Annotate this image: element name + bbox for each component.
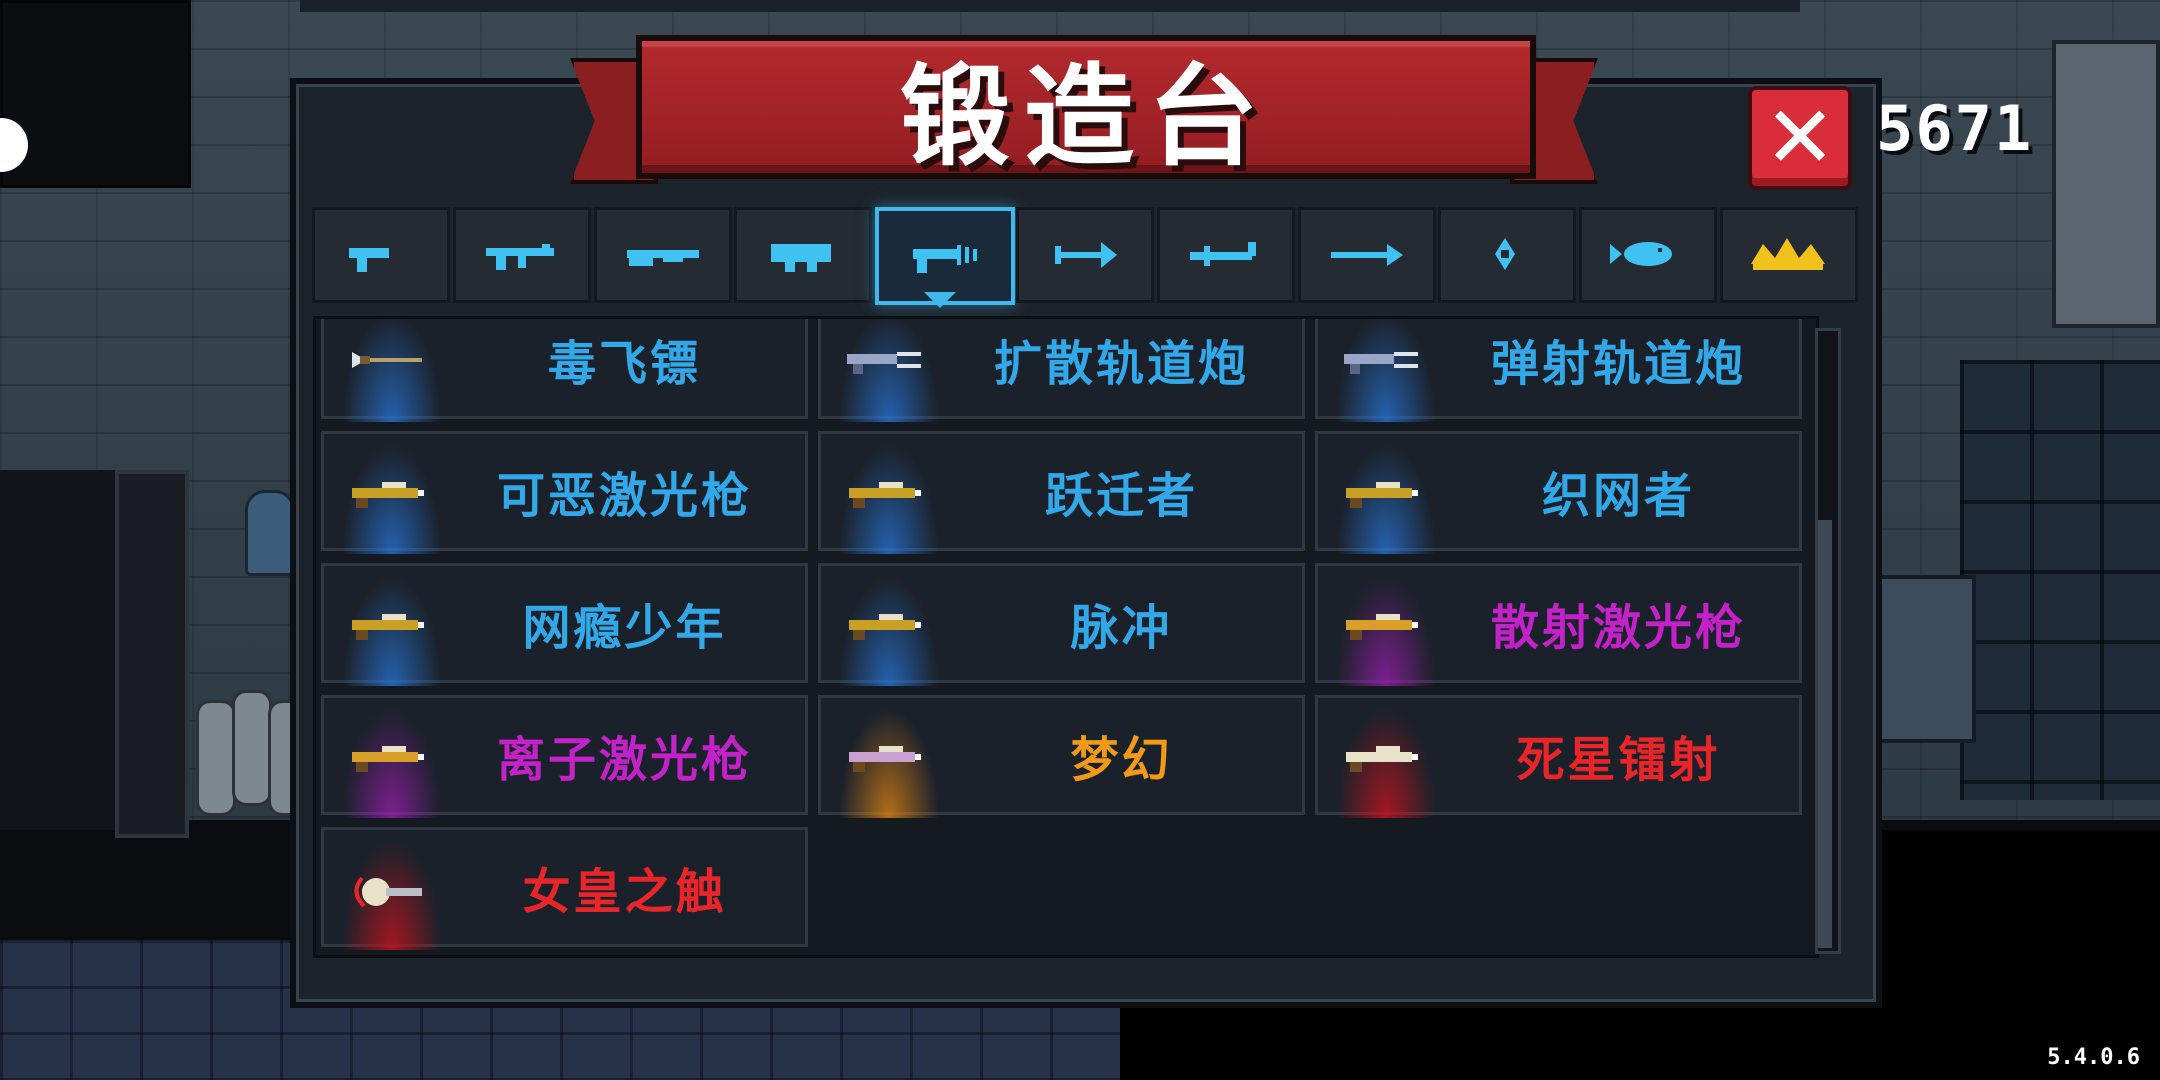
laser-gun-icon (1346, 746, 1418, 772)
background-console (1868, 575, 1976, 743)
fish-icon (1610, 242, 1672, 266)
spear-icon (1331, 244, 1403, 266)
weapon-item[interactable]: 梦幻 (818, 695, 1305, 818)
laser-gun-icon (352, 614, 424, 640)
close-button[interactable]: ✕ (1748, 86, 1852, 190)
weapon-item[interactable]: 离子激光枪 (321, 695, 808, 818)
version-label: 5.4.0.6 (2047, 1045, 2140, 1070)
background-machine (2052, 40, 2160, 328)
rifle-icon (486, 244, 554, 270)
weapon-item[interactable]: 散射激光枪 (1315, 563, 1802, 686)
weapon-name: 脉冲 (1070, 600, 1173, 656)
gas-tank (196, 700, 236, 816)
weapon-item[interactable]: 死星镭射 (1315, 695, 1802, 818)
weapon-list: 毒飞镖 扩散轨道炮 弹射轨道炮可恶激光枪 跃迁者 织网者网瘾少年 脉冲 散射激光枪离子激光枪… (313, 316, 1819, 958)
tab-laser[interactable] (875, 207, 1015, 305)
laser-gun-icon (849, 614, 921, 640)
background-top-strip (300, 0, 1800, 12)
player-character (245, 490, 295, 576)
weapon-name: 死星镭射 (1516, 732, 1721, 788)
weapon-name: 女皇之触 (522, 864, 727, 920)
crown-icon (1751, 238, 1825, 270)
railgun-icon (1344, 352, 1418, 374)
weapon-item[interactable]: 扩散轨道炮 (818, 319, 1305, 422)
close-icon: ✕ (1763, 88, 1837, 188)
tab-special[interactable] (1579, 207, 1717, 303)
dialog-title: 锻造台 (900, 53, 1272, 181)
bow-icon (1055, 242, 1117, 268)
laser-gun-icon (352, 746, 424, 772)
weapon-name: 毒飞镖 (547, 336, 701, 392)
gas-tank (232, 690, 272, 806)
weapon-item[interactable]: 毒飞镖 (321, 319, 808, 422)
tab-shotgun[interactable] (594, 207, 732, 303)
laser-gun-icon (352, 482, 424, 508)
weapon-item[interactable]: 跃迁者 (818, 431, 1305, 554)
tab-throwing[interactable] (1438, 207, 1576, 303)
active-tab-indicator (924, 292, 956, 308)
weapon-name: 扩散轨道炮 (993, 336, 1249, 392)
weapon-name: 弹射轨道炮 (1490, 336, 1746, 392)
weapon-name: 散射激光枪 (1490, 600, 1746, 656)
tab-rifle[interactable] (453, 207, 591, 303)
weapon-item[interactable]: 可恶激光枪 (321, 431, 808, 554)
weapon-name: 梦幻 (1070, 732, 1173, 788)
weapon-item[interactable]: 织网者 (1315, 431, 1802, 554)
weapon-name: 可恶激光枪 (496, 468, 752, 524)
melee-icon (1190, 242, 1256, 266)
cannon-icon (771, 244, 831, 272)
tab-pistol[interactable] (312, 207, 450, 303)
weapon-item[interactable]: 女皇之触 (321, 827, 808, 950)
tab-cannon[interactable] (734, 207, 872, 303)
tab-bow[interactable] (1016, 207, 1154, 303)
claw-icon (354, 876, 422, 908)
tab-favorites[interactable] (1720, 207, 1858, 303)
weapon-name: 离子激光枪 (496, 732, 752, 788)
title-banner: 锻造台 (636, 35, 1536, 181)
gem-counter: 5671 (1876, 92, 2034, 165)
shotgun-icon (627, 250, 699, 266)
laser-icon (913, 245, 977, 273)
scrollbar-thumb[interactable] (1818, 520, 1832, 948)
tab-melee[interactable] (1157, 207, 1295, 303)
weapon-name: 网瘾少年 (522, 600, 727, 656)
weapon-name: 织网者 (1541, 468, 1695, 524)
laser-gun-icon (1346, 614, 1418, 640)
laser-gun-icon (849, 482, 921, 508)
background-doorway (0, 0, 191, 188)
background-crates (1960, 360, 2160, 800)
weapon-item[interactable]: 脉冲 (818, 563, 1305, 686)
railgun-icon (847, 352, 921, 374)
pistol-icon (349, 248, 389, 272)
laser-gun-icon (849, 746, 921, 772)
weapon-item[interactable]: 弹射轨道炮 (1315, 319, 1802, 422)
background-post (115, 470, 189, 838)
weapon-item[interactable]: 网瘾少年 (321, 563, 808, 686)
weapon-name: 跃迁者 (1044, 468, 1198, 524)
dart-icon (352, 352, 422, 368)
tab-spear[interactable] (1298, 207, 1436, 303)
shuriken-icon (1495, 238, 1515, 270)
laser-gun-icon (1346, 482, 1418, 508)
